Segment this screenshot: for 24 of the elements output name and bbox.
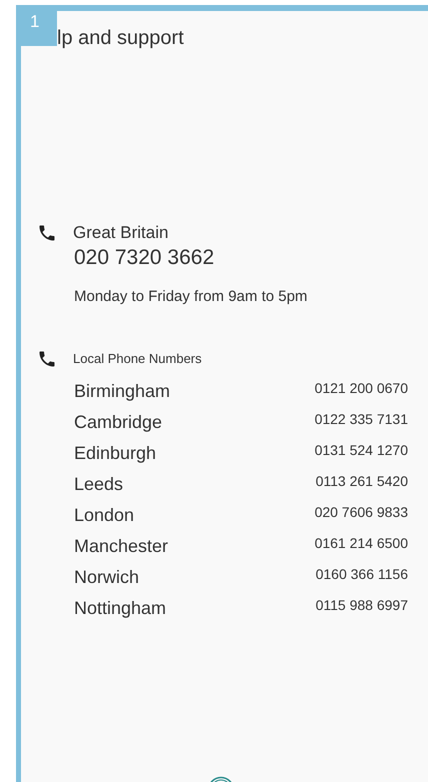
phone-number: 0161 214 6500 (314, 534, 408, 552)
phone-number: 0122 335 7131 (314, 410, 408, 428)
phone-icon (37, 348, 57, 368)
phone-number: 0115 988 6997 (316, 596, 408, 614)
phone-number: 0131 524 1270 (314, 440, 408, 460)
phone-number: 0113 261 5420 (316, 472, 408, 490)
city-name: Edinburgh (74, 442, 156, 465)
city-name: Cambridge (74, 410, 162, 434)
city-name: Nottingham (74, 596, 166, 620)
city-name: Leeds (74, 472, 124, 496)
city-name: London (74, 504, 134, 526)
section-heading: Local Phone Numbers (73, 350, 202, 368)
phone-icon (37, 223, 57, 243)
badge: 1 (21, 11, 57, 46)
page-title: lp and support (57, 26, 185, 50)
region-label: Great Britain (73, 222, 168, 244)
phone-number: 020 7320 3662 (74, 245, 216, 271)
phone-number: 0121 200 0670 (314, 378, 408, 398)
city-name: Manchester (74, 534, 168, 558)
phone-number: 020 7606 9833 (314, 502, 408, 522)
city-name: Norwich (74, 566, 140, 588)
city-name: Birmingham (74, 380, 170, 403)
opening-hours: Monday to Friday from 9am to 5pm (74, 287, 308, 307)
phone-number: 0160 366 1156 (316, 564, 408, 584)
